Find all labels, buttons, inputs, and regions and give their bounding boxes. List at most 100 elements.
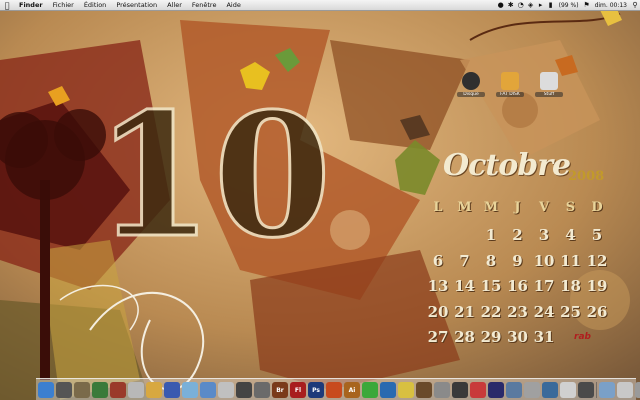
app-icon[interactable] (542, 382, 558, 398)
menu-fichier[interactable]: Fichier (48, 1, 79, 9)
app-icon[interactable] (470, 382, 486, 398)
calendar-weekday: M (483, 200, 499, 215)
calendar-weekday: M (457, 200, 472, 215)
input-flag-icon[interactable]: ⚑ (582, 1, 592, 9)
illustrator-icon[interactable]: Ai (344, 382, 360, 398)
calendar-day: 4 (565, 226, 576, 244)
documents-stack-icon[interactable] (617, 382, 633, 398)
calendar-day: 21 (454, 302, 475, 321)
calendar-day: 26 (586, 302, 608, 321)
menu-bar:  Finder Fichier Édition Présentation Al… (0, 0, 640, 11)
battery-percentage: (99 %) (558, 1, 579, 9)
app-icon[interactable] (74, 382, 90, 398)
calendar-weekday: V (538, 200, 550, 215)
menu-app-name[interactable]: Finder (14, 1, 48, 9)
calendar-day: 16 (507, 277, 528, 295)
menu-fenetre[interactable]: Fenêtre (187, 1, 222, 9)
app-icon[interactable] (362, 382, 378, 398)
hard-drive-icon (462, 72, 480, 90)
calendar-day: 11 (560, 251, 581, 270)
calendar-day: 18 (560, 277, 581, 295)
calendar-day: 6 (432, 251, 444, 270)
desktop-icon-fat-disk[interactable]: FAT DISK (496, 72, 524, 97)
calendar-day: 27 (427, 328, 449, 346)
calendar-day: 19 (586, 277, 608, 295)
app-icon[interactable] (236, 382, 252, 398)
svg-text:10: 10 (95, 76, 332, 276)
volume-icon[interactable]: ▸ (536, 1, 546, 9)
app-icon[interactable] (506, 382, 522, 398)
battery-icon[interactable]: ▮ (546, 1, 556, 9)
app-icon[interactable] (578, 382, 594, 398)
calendar-year: 2008 (568, 169, 605, 184)
dashboard-icon[interactable] (56, 382, 72, 398)
app-icon[interactable] (254, 382, 270, 398)
app-icon[interactable] (200, 382, 216, 398)
app-icon[interactable] (599, 382, 615, 398)
wallpaper-number: 10 (94, 75, 334, 278)
bluetooth-icon[interactable]: ✱ (506, 1, 516, 9)
calendar-day: 31 (533, 328, 555, 346)
calendar-day: 22 (480, 302, 502, 321)
finder-icon[interactable] (38, 382, 54, 398)
calendar-weekday: S (565, 200, 576, 215)
calendar-weekday: J (514, 200, 521, 215)
calendar-day: 24 (533, 302, 555, 321)
calendar-signature: rab (574, 332, 591, 342)
app-icon[interactable] (326, 382, 342, 398)
calendar-day: 5 (591, 226, 603, 244)
calendar-day: 7 (459, 251, 470, 270)
calendar-day: 23 (507, 302, 528, 321)
app-icon[interactable] (416, 382, 432, 398)
time-machine-icon[interactable]: ◔ (516, 1, 526, 9)
menu-aller[interactable]: Aller (162, 1, 187, 9)
app-icon[interactable] (182, 382, 198, 398)
app-icon[interactable] (92, 382, 108, 398)
app-icon[interactable] (452, 382, 468, 398)
calendar-day: 13 (427, 277, 449, 295)
app-icon[interactable] (164, 382, 180, 398)
calendar-weekday: D (591, 200, 603, 215)
bridge-icon[interactable]: Br (272, 382, 288, 398)
calendar-day: 25 (560, 302, 581, 321)
trash-icon[interactable] (635, 382, 640, 398)
photoshop-icon[interactable]: Ps (308, 382, 324, 398)
app-icon[interactable] (434, 382, 450, 398)
document-icon (540, 72, 558, 90)
calendar-day: 14 (454, 277, 475, 295)
app-icon[interactable] (398, 382, 414, 398)
app-icon[interactable] (146, 382, 162, 398)
calendar-day: 2 (512, 226, 523, 244)
app-icon[interactable] (110, 382, 126, 398)
calendar-day: 29 (480, 328, 502, 346)
dock-separator (596, 382, 597, 398)
menu-presentation[interactable]: Présentation (111, 1, 162, 9)
menu-clock[interactable]: dim. 00:13 (592, 2, 630, 9)
calendar-day: 3 (538, 226, 550, 244)
calendar-day: 1 (485, 226, 497, 244)
calendar-day: 8 (485, 251, 497, 270)
apple-menu-icon[interactable]:  (0, 1, 14, 10)
calendar-day: 20 (427, 302, 449, 321)
folder-icon (501, 72, 519, 90)
flash-icon[interactable]: Fl (290, 382, 306, 398)
calendar-weekday: L (433, 200, 443, 215)
app-icon[interactable] (128, 382, 144, 398)
wifi-icon[interactable]: ◈ (526, 1, 536, 9)
menu-aide[interactable]: Aide (221, 1, 245, 9)
desktop-icon-disk[interactable]: Disque (457, 72, 485, 97)
app-icon[interactable] (488, 382, 504, 398)
menu-edition[interactable]: Édition (79, 1, 112, 9)
calendar-day: 10 (533, 251, 555, 270)
calendar-day: 28 (454, 328, 475, 346)
app-icon[interactable] (380, 382, 396, 398)
app-icon[interactable] (218, 382, 234, 398)
app-icon[interactable] (524, 382, 540, 398)
app-icon[interactable] (560, 382, 576, 398)
desktop-icon-stuff[interactable]: Stuff (535, 72, 563, 97)
spotlight-search-icon[interactable]: ⚲ (630, 1, 640, 9)
status-app-icon[interactable]: ● (496, 1, 506, 9)
dock: Br Fl Ps Ai (36, 378, 640, 400)
calendar-month: Octobre (443, 148, 571, 183)
calendar-day: 17 (533, 277, 555, 295)
